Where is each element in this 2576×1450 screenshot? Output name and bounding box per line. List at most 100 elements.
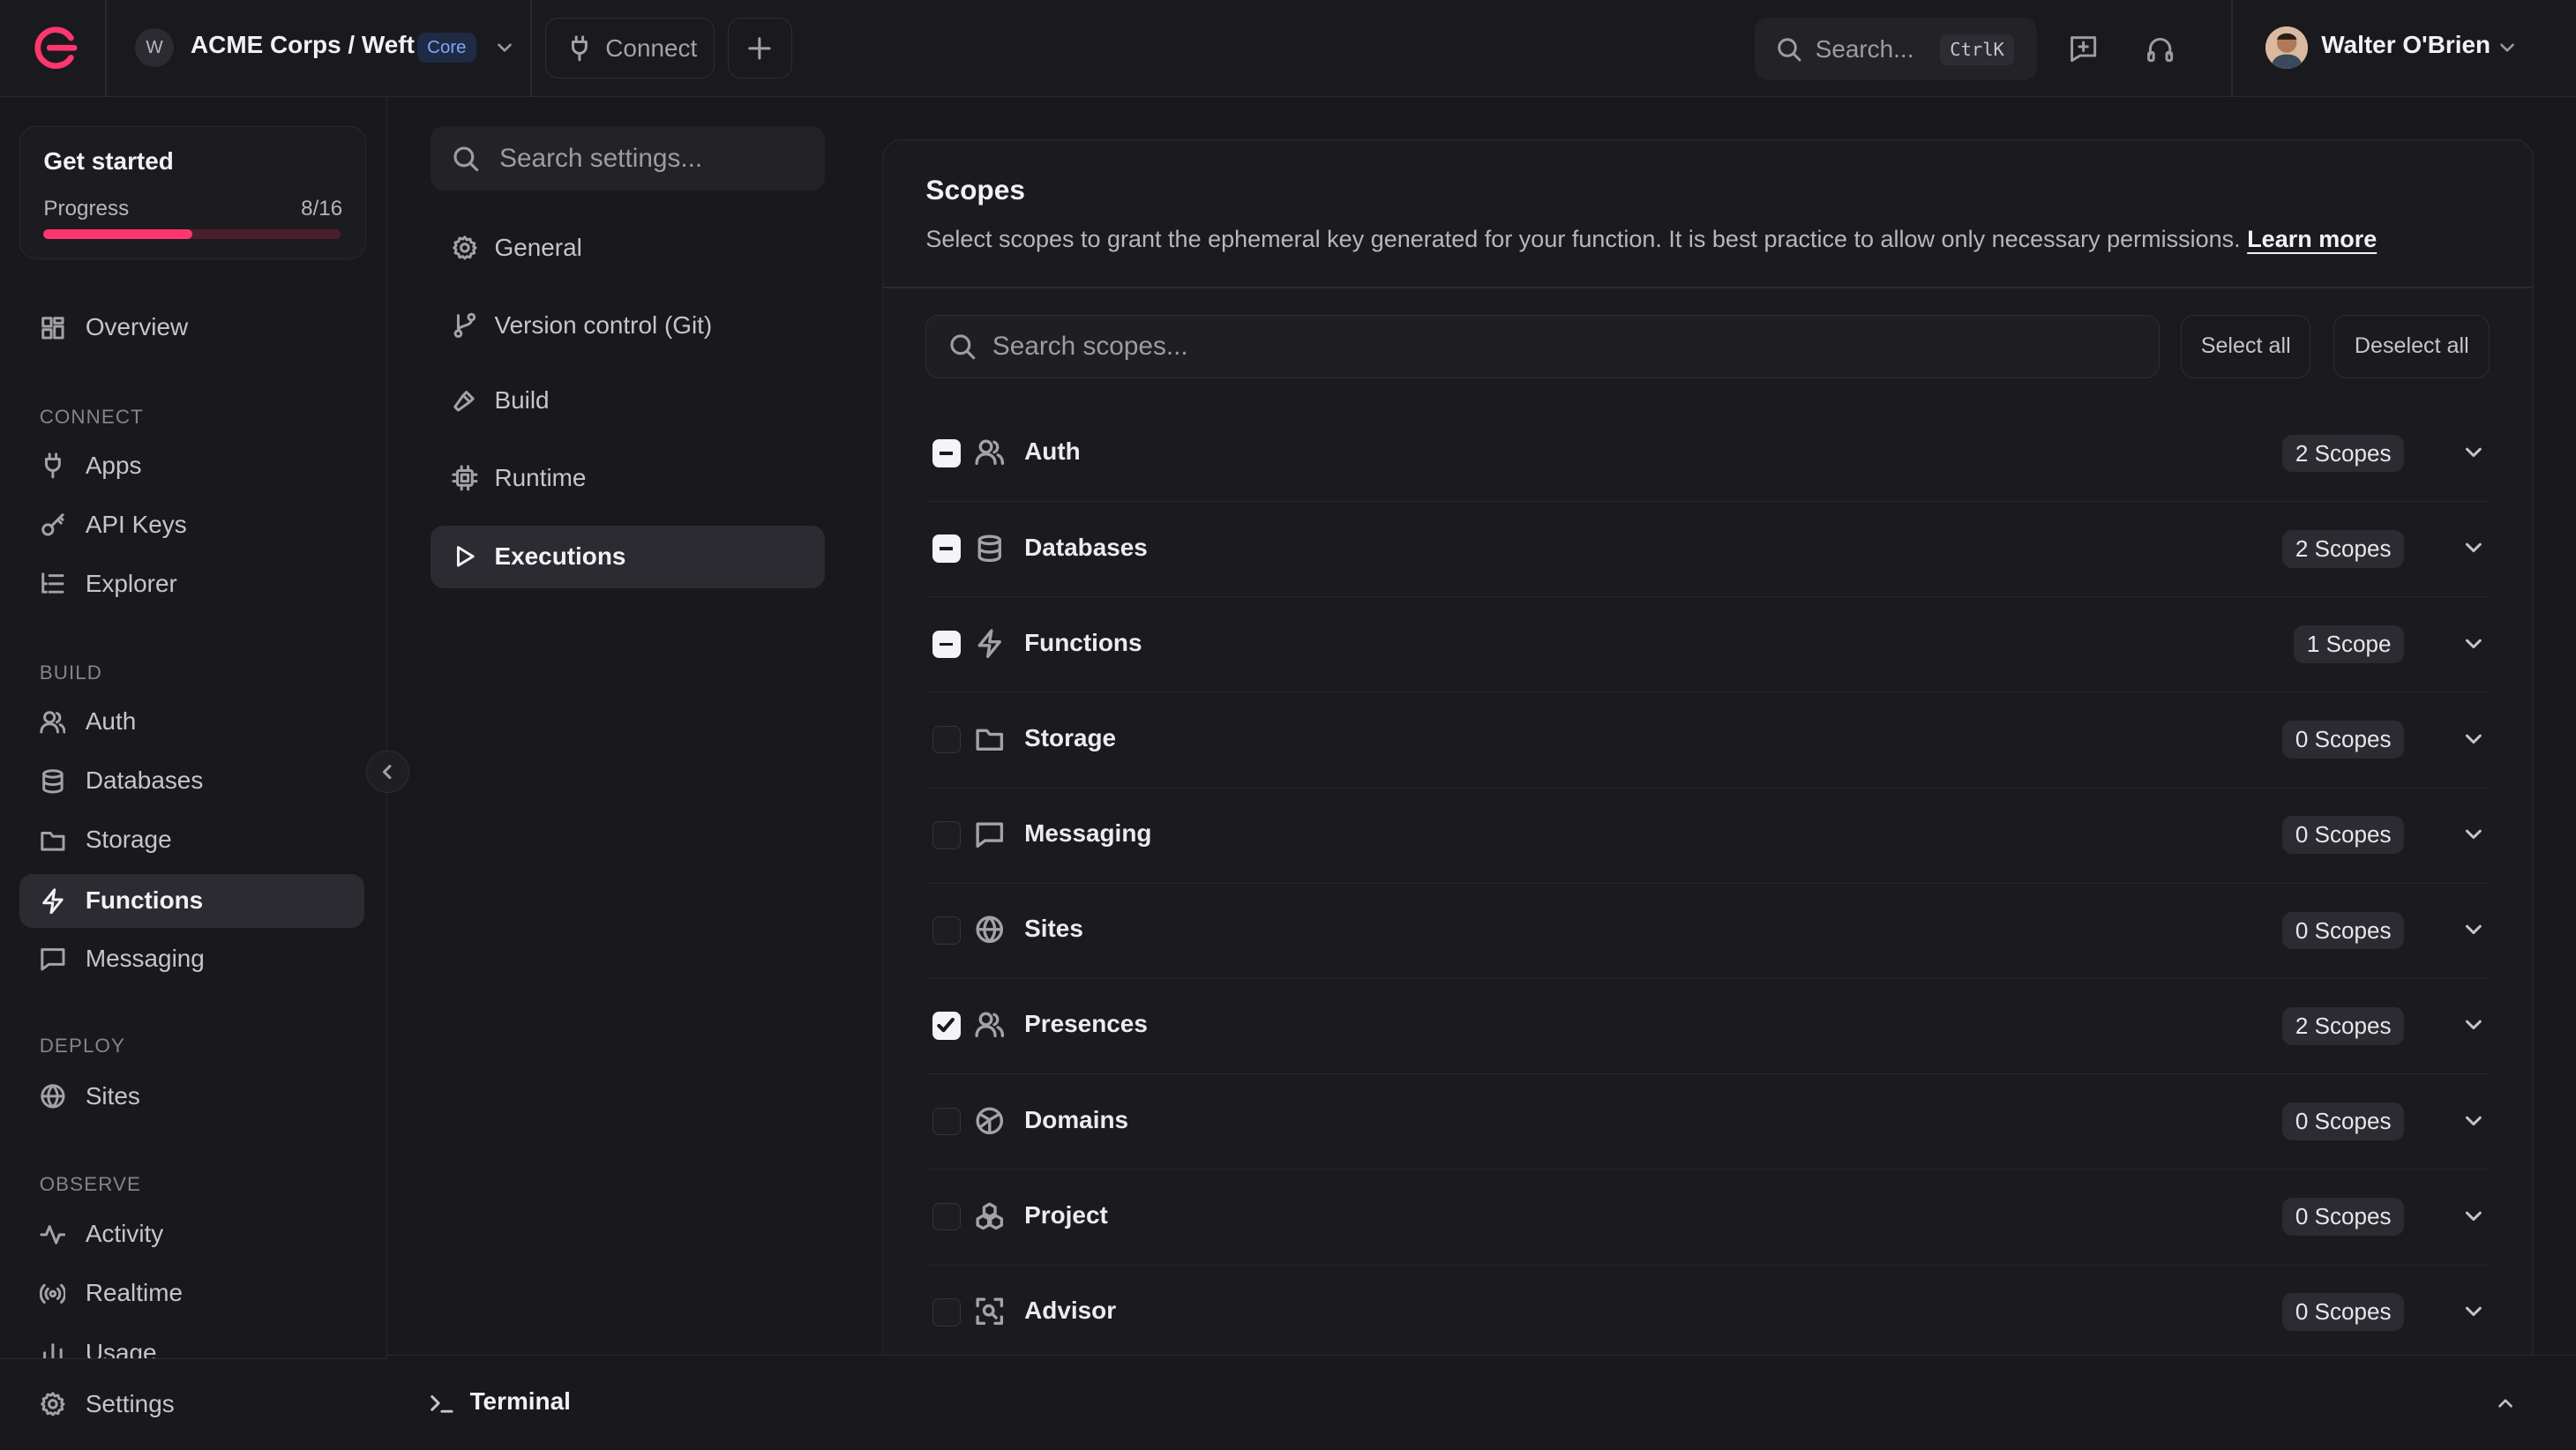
sidebar-nav: Get started Progress 8/16 Overview CONNE… [0,97,387,1359]
globe-icon [975,915,1005,945]
scope-checkbox[interactable] [932,725,961,754]
chevron-down-icon[interactable] [2460,534,2487,561]
org-project-name[interactable]: ACME Corps / Weft [191,31,415,59]
gear-icon [40,1391,66,1417]
scope-row-messaging[interactable]: Messaging 0 Scopes [925,789,2490,884]
section-deploy: DEPLOY [39,1035,125,1058]
scope-checkbox[interactable] [932,1297,961,1327]
scope-checkbox[interactable] [932,820,961,849]
select-all-button[interactable]: Select all [2181,314,2311,379]
scope-count-badge: 0 Scopes [2281,1293,2405,1332]
settings-nav-version-control[interactable]: Version control (Git) [431,294,825,356]
sidebar-item-messaging[interactable]: Messaging [19,931,364,985]
scopes-search-input[interactable]: Search scopes... [925,314,2160,379]
sidebar-item-apps[interactable]: Apps [19,438,364,492]
sidebar-item-overview[interactable]: Overview [19,301,364,355]
settings-nav-executions[interactable]: Executions [430,525,825,588]
sidebar-item-label: Functions [85,886,204,915]
scope-row-advisor[interactable]: Advisor 0 Scopes [925,1266,2490,1361]
chevron-down-icon[interactable] [2460,439,2487,466]
chevron-down-icon[interactable] [2460,1012,2487,1038]
settings-nav-build[interactable]: Build [431,370,825,432]
chevron-down-icon[interactable] [2460,726,2487,752]
radio-waves-icon [39,1281,66,1307]
scope-row-sites[interactable]: Sites 0 Scopes [925,884,2490,979]
feedback-icon[interactable] [2067,33,2100,65]
scope-row-databases[interactable]: Databases 2 Scopes [925,502,2490,598]
settings-nav-runtime[interactable]: Runtime [431,447,825,510]
sidebar-item-usage[interactable]: Usage [19,1326,364,1359]
get-started-title: Get started [43,146,174,175]
collapse-sidebar-button[interactable] [366,751,409,794]
scope-row-project[interactable]: Project 0 Scopes [925,1170,2490,1266]
user-name[interactable]: Walter O'Brien [2321,31,2490,59]
scope-checkbox[interactable] [932,1107,961,1136]
sidebar-item-sites[interactable]: Sites [19,1069,364,1123]
add-button[interactable] [727,18,792,79]
sidebar-item-activity[interactable]: Activity [19,1207,364,1261]
folder-icon [40,827,66,854]
scope-name: Storage [1024,723,1117,751]
user-avatar[interactable] [2265,26,2309,70]
org-avatar[interactable]: W [134,27,175,68]
scopes-title: Scopes [925,173,1025,206]
chevron-down-icon[interactable] [2460,821,2487,848]
settings-nav-label: General [494,234,582,262]
sidebar-item-storage[interactable]: Storage [19,813,364,867]
appwrite-logo-icon[interactable] [28,26,78,69]
sidebar-item-label: API Keys [85,510,187,538]
chevron-down-icon[interactable] [2496,36,2519,59]
scope-row-functions[interactable]: Functions 1 Scope [925,597,2490,693]
scope-count-badge: 0 Scopes [2281,1102,2405,1140]
scope-row-domains[interactable]: Domains 0 Scopes [925,1074,2490,1170]
scope-checkbox[interactable] [932,1012,961,1040]
scope-checkbox[interactable] [932,630,961,659]
sidebar-item-label: Activity [85,1220,164,1248]
learn-more-link[interactable]: Learn more [2247,226,2377,252]
scope-checkbox[interactable] [932,439,961,467]
sidebar-item-label: Apps [85,451,142,479]
scope-checkbox[interactable] [932,916,961,945]
chevron-down-icon[interactable] [2460,631,2487,657]
divider [883,287,2533,288]
global-search[interactable]: Search... CtrlK [1754,18,2038,81]
cpu-icon [452,465,478,491]
sidebar-item-auth[interactable]: Auth [19,695,364,749]
chevron-down-icon[interactable] [493,36,516,59]
settings-nav-general[interactable]: General [431,217,825,280]
lightning-icon [975,629,1005,659]
scopes-card: Scopes Select scopes to grant the epheme… [882,139,2534,1388]
terminal-icon [429,1390,455,1416]
get-started-card[interactable]: Get started Progress 8/16 [19,126,367,260]
git-branch-icon [452,312,478,339]
chat-icon [40,945,66,972]
sidebar-item-explorer[interactable]: Explorer [19,557,364,610]
headphones-icon[interactable] [2144,33,2176,65]
sidebar-item-label: Overview [85,313,189,341]
connect-button[interactable]: Connect [545,18,715,79]
scope-row-auth[interactable]: Auth 2 Scopes [925,407,2490,502]
scope-count-badge: 1 Scope [2293,625,2405,663]
scope-count-badge: 2 Scopes [2281,434,2405,473]
folder-icon [975,724,1005,754]
chevron-down-icon[interactable] [2460,916,2487,943]
scope-row-presences[interactable]: Presences 2 Scopes [925,979,2490,1075]
settings-search-input[interactable]: Search settings... [430,126,825,191]
chevron-down-icon[interactable] [2460,1298,2487,1325]
sidebar-item-settings[interactable]: Settings [19,1377,364,1431]
scope-checkbox[interactable] [932,534,961,564]
terminal-bar[interactable]: Terminal [387,1355,2576,1450]
chevron-up-icon[interactable] [2494,1392,2517,1415]
sidebar-item-api-keys[interactable]: API Keys [19,497,364,551]
scopes-search-placeholder: Search scopes... [992,331,1188,361]
scope-checkbox[interactable] [932,1202,961,1231]
global-search-placeholder: Search... [1815,34,1914,63]
deselect-all-button[interactable]: Deselect all [2333,314,2490,379]
sidebar-item-databases[interactable]: Databases [19,754,364,808]
sidebar-item-realtime[interactable]: Realtime [19,1267,364,1320]
chevron-down-icon[interactable] [2460,1108,2487,1134]
search-shortcut: CtrlK [1940,34,2015,66]
chevron-down-icon[interactable] [2460,1203,2487,1230]
scope-row-storage[interactable]: Storage 0 Scopes [925,693,2490,789]
sidebar-item-functions[interactable]: Functions [19,873,365,929]
